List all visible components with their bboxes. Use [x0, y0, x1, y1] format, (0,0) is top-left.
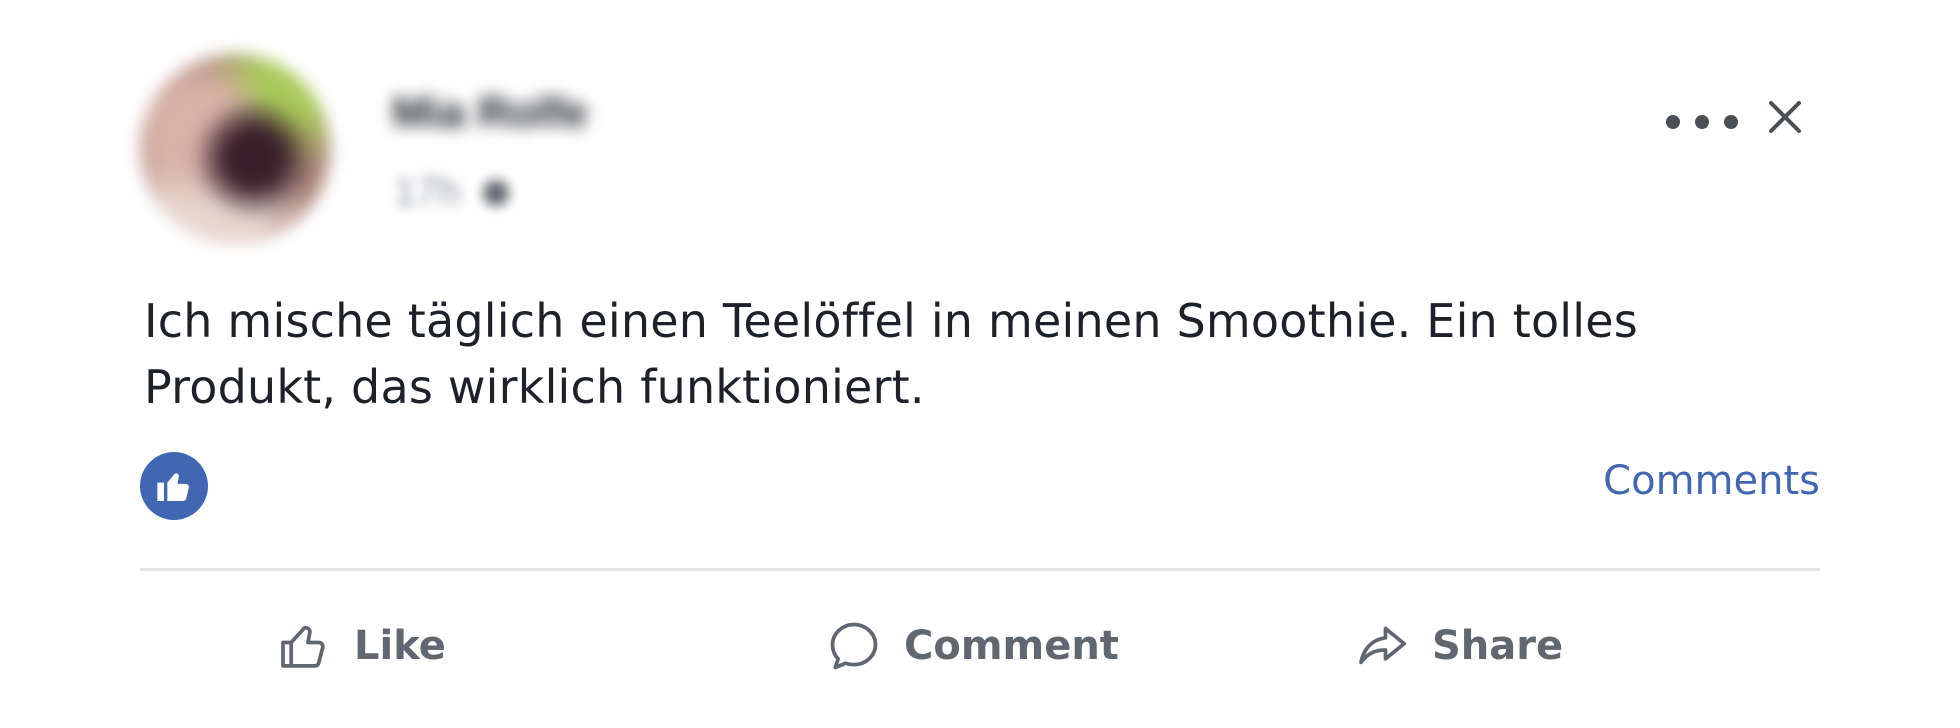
comment-button[interactable]: Comment: [826, 616, 1119, 676]
more-horizontal-icon: [1666, 115, 1680, 129]
share-arrow-icon: [1359, 626, 1407, 665]
speech-bubble-icon: [830, 622, 878, 670]
share-label: Share: [1432, 623, 1564, 669]
avatar[interactable]: [140, 54, 330, 244]
post-card: Mia Rolfe 17h Ich mische täglich einen T…: [0, 0, 1960, 728]
post-meta: 17h: [394, 170, 509, 215]
like-button[interactable]: Like: [276, 616, 446, 676]
reaction-like-badge[interactable]: [140, 452, 208, 520]
author-name[interactable]: Mia Rolfe: [392, 88, 588, 138]
timestamp[interactable]: 17h: [394, 170, 461, 215]
comments-link[interactable]: Comments: [1603, 458, 1820, 504]
thumbs-up-icon: [157, 473, 189, 501]
post-text: Ich mische täglich einen Teelöffel in me…: [144, 294, 1638, 414]
audience-globe-icon: [482, 179, 509, 206]
more-options-button[interactable]: [1666, 100, 1738, 144]
comment-label: Comment: [904, 623, 1119, 669]
share-button[interactable]: Share: [1354, 616, 1563, 676]
divider: [140, 568, 1820, 571]
close-icon: [1769, 101, 1801, 133]
like-label: Like: [354, 623, 446, 669]
thumbs-up-outline-icon: [281, 625, 325, 668]
close-button[interactable]: [1768, 100, 1802, 134]
